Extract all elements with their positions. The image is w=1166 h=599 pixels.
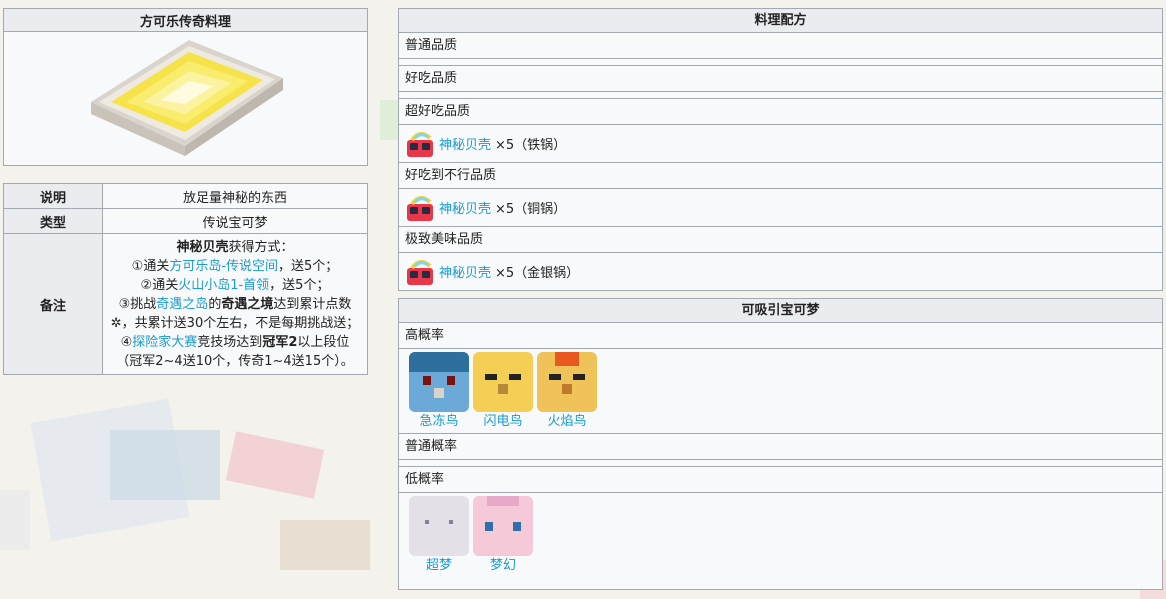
mewtwo-icon	[409, 496, 469, 556]
type-label: 类型	[3, 208, 103, 234]
remark-line-1: ①通关方可乐岛-传说空间，送5个；	[109, 257, 361, 276]
remark-l3-post: 达到累计点数	[273, 297, 352, 312]
remark-l1-pre: ①通关	[131, 259, 170, 274]
quality-normal-row	[399, 59, 1162, 66]
dish-image-card: 方可乐传奇料理	[3, 8, 368, 166]
quality-very-good-row: 神秘贝壳 ×5（铜锅）	[399, 189, 1162, 227]
quality-good-row	[399, 92, 1162, 99]
ingredient-amount-very-good: ×5（铜锅）	[495, 202, 567, 217]
description-label: 说明	[3, 183, 103, 209]
quality-good-label: 好吃品质	[399, 66, 1162, 92]
pokemon-name: 火焰鸟	[547, 414, 587, 429]
remark-value: 神秘贝壳获得方式： ①通关方可乐岛-传说空间，送5个； ②通关火山小岛1-首领，…	[102, 233, 368, 375]
normal-rate-list	[399, 460, 1162, 467]
dish-image	[3, 31, 368, 166]
remark-l1-post: ，送5个；	[278, 259, 339, 274]
quality-great-label: 超好吃品质	[399, 99, 1162, 125]
recipe-panel: 料理配方 普通品质 好吃品质 超好吃品质 神秘贝壳 ×5（铁锅） 好吃到不行品质…	[398, 8, 1163, 291]
normal-rate-label: 普通概率	[399, 434, 1162, 460]
description-value: 放足量神秘的东西	[102, 183, 368, 209]
low-rate-list: 超梦 梦幻	[399, 493, 1162, 577]
pokemon-name: 梦幻	[489, 558, 516, 573]
pokemon-name: 急冻鸟	[419, 414, 459, 429]
remark-l3-mid: 的	[208, 297, 222, 312]
attract-panel: 可吸引宝可梦 高概率 急冻鸟 闪电鸟 火焰鸟 普通概率 低概率 超梦 梦幻	[398, 298, 1163, 590]
remark-heading-rest: 获得方式：	[228, 240, 294, 255]
dish-info-table: 说明 放足量神秘的东西 类型 传说宝可梦 备注 神秘贝壳获得方式： ①通关方可乐…	[3, 183, 368, 375]
remark-heading-bold: 神秘贝壳	[176, 240, 229, 255]
remark-l4-mid: 竞技场达到	[197, 335, 263, 350]
dish-title: 方可乐传奇料理	[3, 8, 368, 32]
pokemon-moltres[interactable]: 火焰鸟	[535, 352, 599, 430]
remark-l2-post: ，送5个；	[269, 278, 330, 293]
remark-l2-pre: ②通关	[140, 278, 179, 293]
pokemon-name: 超梦	[425, 558, 452, 573]
pokemon-zapdos[interactable]: 闪电鸟	[471, 352, 535, 430]
ingredient-amount-best: ×5（金银锅）	[495, 266, 580, 281]
remark-l3-post2: ，共累计送30个左右，不是每期挑战送；	[121, 316, 360, 331]
pokemon-articuno[interactable]: 急冻鸟	[407, 352, 471, 430]
mystery-shell-icon	[405, 129, 435, 159]
mystery-shell-icon	[405, 257, 435, 287]
remark-line-2: ②通关火山小岛1-首领，送5个；	[109, 276, 361, 295]
pokemon-name: 闪电鸟	[483, 414, 523, 429]
quality-normal-label: 普通品质	[399, 33, 1162, 59]
dish-tray-icon	[90, 40, 283, 156]
attract-title: 可吸引宝可梦	[399, 299, 1162, 323]
mystery-shell-icon	[405, 193, 435, 223]
pokemon-mew[interactable]: 梦幻	[471, 496, 535, 574]
remark-l3-bold: 奇遇之境	[221, 297, 274, 312]
quality-great-row: 神秘贝壳 ×5（铁锅）	[399, 125, 1162, 163]
remark-line-3: ③挑战奇遇之岛的奇遇之境达到累计点数 ✲，共累计送30个左右，不是每期挑战送；	[109, 295, 361, 333]
pokemon-mewtwo[interactable]: 超梦	[407, 496, 471, 574]
ingredient-link-very-good[interactable]: 神秘贝壳	[439, 198, 491, 217]
mew-icon	[473, 496, 533, 556]
ingredient-link-great[interactable]: 神秘贝壳	[439, 134, 491, 153]
points-icon: ✲	[110, 316, 122, 331]
remark-l4-pre: ④	[120, 335, 133, 350]
quality-best-label: 极致美味品质	[399, 227, 1162, 253]
quality-best-row: 神秘贝壳 ×5（金银锅）	[399, 253, 1162, 290]
link-fangkele-legend[interactable]: 方可乐岛-传说空间	[169, 259, 278, 274]
high-rate-label: 高概率	[399, 323, 1162, 349]
type-value: 传说宝可梦	[102, 208, 368, 234]
remark-heading: 神秘贝壳获得方式：	[109, 238, 361, 257]
moltres-icon	[537, 352, 597, 412]
ingredient-link-best[interactable]: 神秘贝壳	[439, 262, 491, 281]
link-explorer-contest[interactable]: 探险家大赛	[132, 335, 197, 350]
ingredient-amount-great: ×5（铁锅）	[495, 138, 567, 153]
remark-line-4: ④探险家大赛竞技场达到冠军2以上段位（冠军2~4送10个，传奇1~4送15个）。	[109, 333, 361, 371]
low-rate-label: 低概率	[399, 467, 1162, 493]
recipe-title: 料理配方	[399, 9, 1162, 33]
link-volcano-boss[interactable]: 火山小岛1-首领	[178, 278, 269, 293]
link-adventure-island[interactable]: 奇遇之岛	[156, 297, 208, 312]
quality-very-good-label: 好吃到不行品质	[399, 163, 1162, 189]
zapdos-icon	[473, 352, 533, 412]
remark-l3-pre: ③挑战	[118, 297, 157, 312]
remark-label: 备注	[3, 233, 103, 375]
high-rate-list: 急冻鸟 闪电鸟 火焰鸟	[399, 349, 1162, 434]
remark-l4-bold: 冠军2	[262, 335, 298, 350]
articuno-icon	[409, 352, 469, 412]
